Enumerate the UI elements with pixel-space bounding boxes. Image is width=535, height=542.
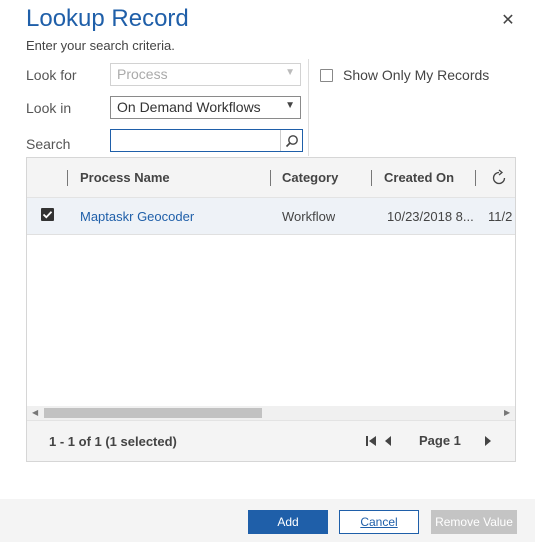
look-in-select[interactable]: On Demand Workflows ▼: [110, 96, 301, 119]
first-page-icon[interactable]: [365, 434, 379, 448]
cell-process-name[interactable]: Maptaskr Geocoder: [80, 209, 194, 224]
add-button[interactable]: Add: [248, 510, 328, 534]
search-field: [110, 129, 303, 152]
column-header-process-name[interactable]: Process Name: [80, 170, 170, 185]
cancel-button[interactable]: Cancel: [339, 510, 419, 534]
grid-footer: 1 - 1 of 1 (1 selected) Page 1: [27, 420, 515, 461]
grid-header: Process Name Category Created On: [27, 158, 515, 198]
show-only-my-records-checkbox[interactable]: [320, 68, 333, 82]
magnifier-icon: [285, 134, 298, 147]
cell-created-on: 10/23/2018 8...: [387, 209, 474, 224]
table-row[interactable]: Maptaskr Geocoder Workflow 10/23/2018 8.…: [27, 198, 515, 235]
show-only-my-records[interactable]: Show Only My Records: [320, 67, 489, 83]
look-for-value: Process: [117, 66, 168, 82]
look-for-label: Look for: [26, 67, 77, 83]
scrollbar-thumb[interactable]: [44, 408, 262, 418]
search-input[interactable]: [111, 130, 279, 151]
search-button[interactable]: [280, 130, 302, 151]
cell-overflow: 11/2: [488, 209, 513, 224]
refresh-icon[interactable]: [489, 168, 509, 188]
page-label: Page 1: [419, 433, 461, 448]
column-separator[interactable]: [475, 170, 476, 186]
look-in-value: On Demand Workflows: [117, 99, 261, 115]
column-header-category[interactable]: Category: [282, 170, 338, 185]
results-grid: Process Name Category Created On Maptask…: [26, 157, 516, 462]
dialog-subtitle: Enter your search criteria.: [26, 38, 175, 53]
horizontal-scrollbar[interactable]: ◀ ▶: [27, 406, 515, 420]
column-header-created-on[interactable]: Created On: [384, 170, 454, 185]
row-checkbox[interactable]: [41, 208, 54, 221]
column-separator[interactable]: [371, 170, 372, 186]
scroll-right-icon[interactable]: ▶: [504, 408, 510, 417]
look-for-select: Process ▼: [110, 63, 301, 86]
action-bar: Add Cancel Remove Value: [0, 499, 535, 542]
column-separator[interactable]: [67, 170, 68, 186]
remove-value-button[interactable]: Remove Value: [431, 510, 517, 534]
show-only-my-records-label: Show Only My Records: [343, 67, 490, 83]
pager: Page 1: [365, 433, 495, 448]
search-label: Search: [26, 136, 71, 152]
cell-category: Workflow: [282, 209, 336, 224]
dropdown-caret-icon: ▼: [285, 100, 295, 111]
record-count-status: 1 - 1 of 1 (1 selected): [49, 434, 177, 449]
prev-page-icon[interactable]: [381, 434, 395, 448]
lookup-record-dialog: Lookup Record Enter your search criteria…: [0, 0, 535, 542]
next-page-icon[interactable]: [481, 434, 495, 448]
column-separator[interactable]: [270, 170, 271, 186]
dropdown-caret-icon: ▼: [285, 67, 295, 78]
close-icon[interactable]: ✕: [500, 13, 516, 29]
scroll-left-icon[interactable]: ◀: [32, 408, 38, 417]
checkmark-icon: [42, 211, 53, 219]
dialog-title: Lookup Record: [26, 5, 189, 32]
look-in-label: Look in: [26, 100, 72, 116]
form-divider: [308, 59, 309, 156]
